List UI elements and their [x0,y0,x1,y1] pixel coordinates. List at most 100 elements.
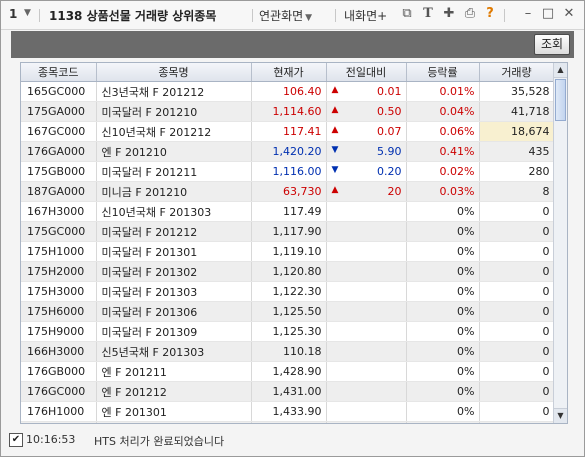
cell-rate: 0.01% [406,81,480,102]
cell-name: 미국달러 F 201302 [96,261,252,282]
header-change[interactable]: 전일대비 [326,63,407,82]
table-row[interactable]: 175H6000 미국달러 F 201306 1,125.50 0% 0 [21,301,555,322]
table-row[interactable]: 176H1000 엔 F 201301 1,433.90 0% 0 [21,401,555,422]
title-separator [335,9,336,22]
table-row[interactable]: 166H3000 신5년국채 F 201303 110.18 0% 0 [21,341,555,362]
related-screen-menu[interactable]: 연관화면 ▼ [259,7,312,24]
cell-rate: 0% [406,321,480,342]
maximize-icon[interactable]: □ [541,6,555,22]
cell-change [326,241,407,262]
volume-table: 종목코드 종목명 현재가 전일대비 등락률 거래량 165GC000 신3년국채 … [21,63,555,423]
vertical-scrollbar[interactable]: ▲ ▼ [553,63,567,423]
cell-volume: 435 [479,141,555,162]
cell-rate: 0% [406,241,480,262]
cell-change: ▲ 20 [326,181,407,202]
table-row[interactable]: 175GC000 미국달러 F 201212 1,117.90 0% 0 [21,221,555,242]
minimize-icon[interactable]: – [521,6,535,22]
table-row[interactable]: 176GC000 엔 F 201212 1,431.00 0% 0 [21,381,555,402]
cell-price: 1,125.50 [251,301,327,322]
table-row[interactable]: 175GA000 미국달러 F 201210 1,114.60 ▲ 0.50 0.04% 4… [21,101,555,122]
search-button[interactable]: 조회 [534,34,570,55]
cell-code: 176GA000 [21,141,97,162]
add-icon[interactable]: ✚ [442,6,456,22]
window-number[interactable]: 1 [9,7,17,21]
cell-volume: 0 [479,201,555,222]
cell-change [326,341,407,362]
cell-price: 1,431.00 [251,381,327,402]
cell-code: 175H2000 [21,261,97,282]
title-separator [504,9,505,22]
up-arrow-icon: ▲ [331,85,339,95]
header-volume[interactable]: 거래량 [479,63,555,82]
table-row[interactable]: 176H2000엔 F 2013021,436.30 0%0 [21,421,555,423]
my-screen-menu[interactable]: 내화면+ [344,7,387,24]
cell-change [326,281,407,302]
volume-ranking-grid[interactable]: 종목코드 종목명 현재가 전일대비 등락률 거래량 165GC000 신3년국채 … [20,62,568,424]
table-row[interactable]: 165GC000 신3년국채 F 201212 106.40 ▲ 0.01 0.01% 35… [21,81,555,102]
cell-code: 175H9000 [21,321,97,342]
cell-change [326,321,407,342]
table-row[interactable]: 176GB000 엔 F 201211 1,428.90 0% 0 [21,361,555,382]
cell-name: 엔 F 201212 [96,381,252,402]
cell-code: 175GB000 [21,161,97,182]
close-icon[interactable]: ✕ [562,6,576,22]
scroll-down-icon[interactable]: ▼ [554,408,567,423]
header-name[interactable]: 종목명 [96,63,252,82]
cell-volume: 0 [479,261,555,282]
cell-change [326,261,407,282]
table-row[interactable]: 167H3000 신10년국채 F 201303 117.49 0% 0 [21,201,555,222]
cell-name: 신10년국채 F 201303 [96,201,252,222]
cell-change: ▲ 0.01 [326,81,407,102]
cell-change-value: 0.07 [377,125,402,138]
cell-code: 165GC000 [21,81,97,102]
table-row[interactable]: 175H1000 미국달러 F 201301 1,119.10 0% 0 [21,241,555,262]
status-checkbox[interactable]: ✔ [9,433,23,447]
print-icon[interactable]: ⎙ [463,6,477,22]
cell-name: 신3년국채 F 201212 [96,81,252,102]
table-row[interactable]: 175H2000 미국달러 F 201302 1,120.80 0% 0 [21,261,555,282]
up-arrow-icon: ▲ [331,105,339,115]
table-row[interactable]: 175H3000 미국달러 F 201303 1,122.30 0% 0 [21,281,555,302]
down-arrow-icon: ▼ [331,165,339,175]
cell-price: 63,730 [251,181,327,202]
header-rate[interactable]: 등락률 [406,63,480,82]
scroll-up-icon[interactable]: ▲ [554,63,567,78]
cell-volume: 0 [479,221,555,242]
down-arrow-icon: ▼ [331,145,339,155]
cell-price: 106.40 [251,81,327,102]
table-row[interactable]: 175GB000 미국달러 F 201211 1,116.00 ▼ 0.20 0.02% 2… [21,161,555,182]
cell-volume: 0 [479,401,555,422]
cell-price: 1,420.20 [251,141,327,162]
related-screen-label: 연관화면 [259,9,304,23]
cell-volume: 280 [479,161,555,182]
cell-code: 175H6000 [21,301,97,322]
cell-name: 엔 F 201210 [96,141,252,162]
table-body: 165GC000 신3년국채 F 201212 106.40 ▲ 0.01 0.01% 35… [21,81,555,423]
table-row[interactable]: 187GA000 미니금 F 201210 63,730 ▲ 20 0.03% 8 [21,181,555,202]
cell-code: 175H3000 [21,281,97,302]
cell-volume: 0 [479,281,555,302]
query-toolbar: 조회 [11,31,574,58]
table-row[interactable]: 175H9000 미국달러 F 201309 1,125.30 0% 0 [21,321,555,342]
cell-rate: 0% [406,281,480,302]
title-bar: 1 ▼ 1138 상품선물 거래량 상위종목 연관화면 ▼ 내화면+ ⧉ T ✚ … [1,1,584,30]
scroll-thumb[interactable] [555,79,566,121]
table-row[interactable]: 167GC000 신10년국채 F 201212 117.41 ▲ 0.07 0.06% 1… [21,121,555,142]
text-icon[interactable]: T [421,6,435,22]
cell-change [326,381,407,402]
title-separator [252,9,253,22]
header-code[interactable]: 종목코드 [21,63,97,82]
cell-change [326,401,407,422]
cell-code: 167H3000 [21,201,97,222]
cell-rate: 0% [406,341,480,362]
cell-rate: 0% [406,201,480,222]
cell-price: 1,120.80 [251,261,327,282]
table-row[interactable]: 176GA000 엔 F 201210 1,420.20 ▼ 5.90 0.41% 435 [21,141,555,162]
title-separator [39,9,40,22]
help-icon[interactable]: ? [483,6,497,22]
cell-change: ▼ 0.20 [326,161,407,182]
header-price[interactable]: 현재가 [251,63,327,82]
window-link-icon[interactable]: ⧉ [400,6,414,22]
window-number-dropdown-icon[interactable]: ▼ [24,8,31,18]
cell-volume: 0 [479,381,555,402]
